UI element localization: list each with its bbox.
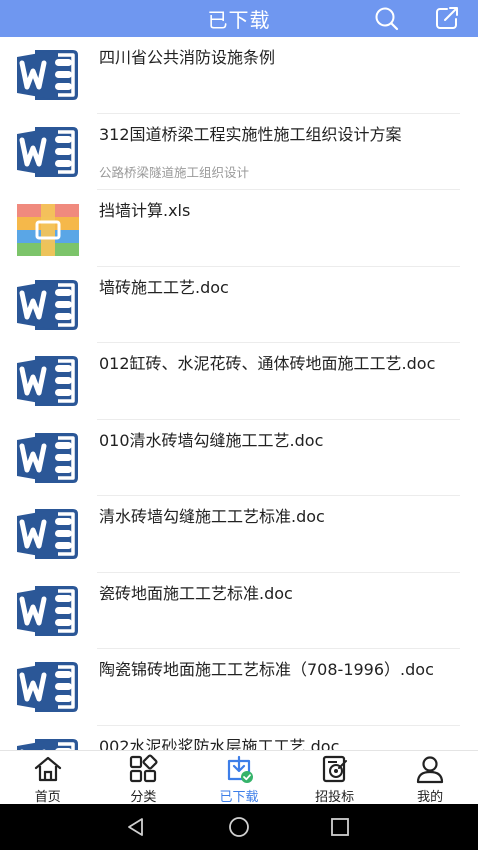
file-list-item[interactable]: 002水泥砂浆防水层施工工艺.doc: [0, 726, 478, 751]
word-document-icon: [15, 353, 81, 409]
system-navigation-bar: [0, 804, 478, 850]
recents-icon[interactable]: [328, 815, 352, 839]
file-title: 陶瓷锦砖地面施工工艺标准（708-1996）.doc: [99, 660, 434, 679]
file-title: 清水砖墙勾缝施工工艺标准.doc: [99, 507, 325, 526]
word-document-icon: [15, 124, 81, 180]
file-category: 公路桥梁隧道施工组织设计: [99, 164, 250, 180]
file-title: 四川省公共消防设施条例: [99, 48, 276, 67]
file-title: 002水泥砂浆防水层施工工艺.doc: [99, 736, 340, 751]
bidding-icon: [319, 753, 351, 785]
file-title: 010清水砖墙勾缝施工工艺.doc: [99, 430, 324, 450]
tab-label: 我的: [417, 790, 444, 805]
file-list-item[interactable]: 挡墙计算.xls: [0, 190, 478, 267]
file-list-item[interactable]: 012缸砖、水泥花砖、通体砖地面施工工艺.doc: [0, 343, 478, 420]
bottom-tab-bar: 首页 分类 已下载 招投标 我的: [0, 750, 478, 805]
word-document-icon: [15, 736, 81, 750]
file-list-item[interactable]: 四川省公共消防设施条例: [0, 37, 478, 114]
home-circle-icon[interactable]: [227, 815, 251, 839]
tab-label: 分类: [130, 790, 157, 805]
back-icon[interactable]: [124, 815, 148, 839]
profile-icon: [414, 753, 446, 785]
search-icon[interactable]: [372, 4, 400, 32]
word-document-icon: [15, 583, 81, 639]
word-document-icon: [15, 277, 81, 333]
page-title: 已下载: [207, 8, 271, 32]
share-icon[interactable]: [433, 4, 461, 32]
home-icon: [32, 753, 64, 785]
tab-label: 招投标: [315, 790, 355, 805]
category-icon: [127, 753, 159, 785]
app-header: 已下载: [0, 0, 478, 37]
tab-category[interactable]: 分类: [96, 751, 192, 805]
file-title: 挡墙计算.xls: [99, 201, 191, 220]
tab-download[interactable]: 已下载: [191, 751, 287, 805]
file-list-item[interactable]: 墙砖施工工艺.doc: [0, 267, 478, 343]
file-title: 312国道桥梁工程实施性施工组织设计方案: [99, 124, 402, 144]
file-list-item[interactable]: 瓷砖地面施工工艺标准.doc: [0, 573, 478, 649]
file-list-item[interactable]: 陶瓷锦砖地面施工工艺标准（708-1996）.doc: [0, 649, 478, 726]
download-icon: [223, 753, 255, 785]
file-list-item[interactable]: 312国道桥梁工程实施性施工组织设计方案公路桥梁隧道施工组织设计: [0, 114, 478, 190]
word-document-icon: [15, 47, 81, 103]
tab-bidding[interactable]: 招投标: [287, 751, 383, 805]
tab-profile[interactable]: 我的: [382, 751, 478, 805]
file-list-item[interactable]: 清水砖墙勾缝施工工艺标准.doc: [0, 496, 478, 573]
file-list-item[interactable]: 010清水砖墙勾缝施工工艺.doc: [0, 420, 478, 496]
file-title: 瓷砖地面施工工艺标准.doc: [99, 583, 293, 603]
archive-file-icon: [15, 202, 81, 258]
downloaded-file-list[interactable]: 四川省公共消防设施条例 312国道桥梁工程实施性施工组织设计方案公路桥梁隧道施工组…: [0, 37, 478, 750]
tab-label: 已下载: [219, 790, 259, 805]
file-title: 墙砖施工工艺.doc: [99, 277, 229, 297]
word-document-icon: [15, 659, 81, 715]
file-title: 012缸砖、水泥花砖、通体砖地面施工工艺.doc: [99, 354, 436, 373]
word-document-icon: [15, 430, 81, 486]
tab-label: 首页: [34, 790, 61, 805]
tab-home[interactable]: 首页: [0, 751, 96, 805]
word-document-icon: [15, 506, 81, 562]
